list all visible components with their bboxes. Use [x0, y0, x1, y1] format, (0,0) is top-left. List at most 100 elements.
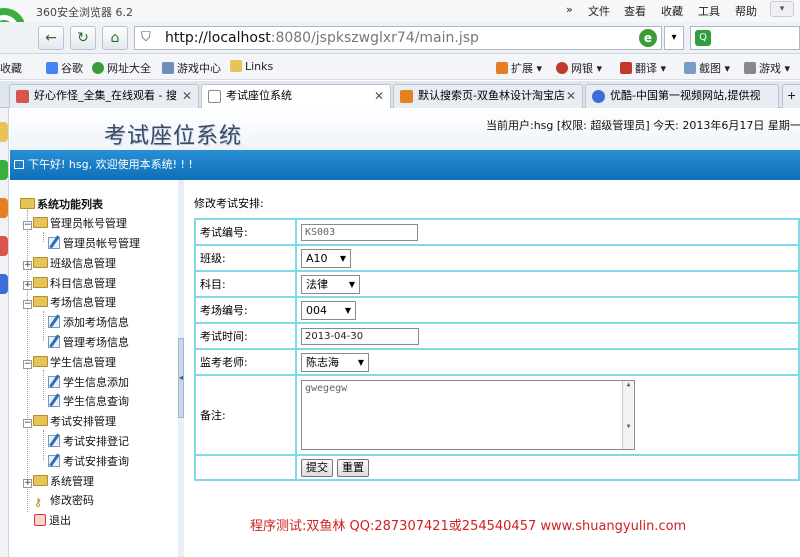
- close-icon[interactable]: ✕: [182, 85, 192, 107]
- edit-icon: [48, 237, 60, 249]
- translate-icon: [620, 62, 632, 74]
- label-exam-no: 考试编号:: [194, 218, 297, 246]
- folder-icon: [33, 257, 48, 268]
- bookmark-hao[interactable]: 网址大全: [92, 60, 151, 76]
- collapse-icon[interactable]: −: [23, 221, 32, 230]
- bookmark-favorites[interactable]: 收藏: [0, 60, 22, 76]
- search-box[interactable]: Q: [690, 26, 800, 50]
- tree-room-manage[interactable]: 管理考场信息: [48, 334, 129, 350]
- toolbar-bank[interactable]: 网银 ▾: [556, 60, 602, 76]
- tree-exam-register[interactable]: 考试安排登记: [48, 433, 129, 449]
- refresh-button[interactable]: ↻: [70, 26, 96, 50]
- tree-root[interactable]: 系统功能列表: [20, 196, 103, 212]
- menu-tools[interactable]: 工具: [698, 3, 720, 19]
- close-icon[interactable]: ✕: [374, 85, 384, 107]
- edit-icon: [48, 435, 60, 447]
- expand-icon[interactable]: +: [23, 261, 32, 270]
- folder-icon: [33, 475, 48, 486]
- tree-logout[interactable]: 退出: [34, 512, 71, 528]
- collapse-icon[interactable]: −: [23, 360, 32, 369]
- subject-select[interactable]: 法律 ▼: [301, 274, 360, 294]
- ie-mode-icon[interactable]: e: [639, 29, 657, 47]
- page-icon: [208, 90, 221, 103]
- tab-exam-system[interactable]: 考试座位系统 ✕: [201, 84, 391, 109]
- bookmark-links[interactable]: Links: [230, 60, 273, 73]
- tree-room-info[interactable]: − 考场信息管理: [23, 294, 116, 310]
- edit-icon: [48, 395, 60, 407]
- shield-icon: ⛉: [141, 30, 151, 45]
- toolbar-translate[interactable]: 翻译 ▾: [620, 60, 666, 76]
- folder-icon: [33, 217, 48, 228]
- submit-button[interactable]: 提交: [301, 458, 333, 477]
- time-input[interactable]: [301, 327, 419, 345]
- tree-room-add[interactable]: 添加考场信息: [48, 314, 129, 330]
- tree-student-info[interactable]: − 学生信息管理: [23, 354, 116, 370]
- new-tab-button[interactable]: +: [782, 84, 800, 108]
- tree-change-password[interactable]: ⚷ 修改密码: [34, 492, 94, 509]
- tree-exam-arrange[interactable]: − 考试安排管理: [23, 413, 116, 429]
- weibo-icon[interactable]: [0, 198, 8, 218]
- tree-system-manage[interactable]: + 系统管理: [23, 473, 94, 489]
- exam-no-input[interactable]: [301, 223, 418, 241]
- label-class: 班级:: [194, 244, 297, 272]
- expand-icon[interactable]: +: [23, 281, 32, 290]
- tree-class-info[interactable]: + 班级信息管理: [23, 255, 116, 271]
- menu-favorites[interactable]: 收藏: [661, 3, 683, 19]
- edit-icon: [48, 376, 60, 388]
- dropdown-icon: ▼: [348, 279, 355, 289]
- label-teacher: 监考老师:: [194, 348, 297, 376]
- favorites-icon[interactable]: [0, 122, 8, 142]
- address-bar[interactable]: ⛉ http://localhost:8080/jspkszwglxr74/ma…: [134, 26, 662, 50]
- teacher-select[interactable]: 陈志海 ▼: [301, 352, 369, 372]
- collapse-icon[interactable]: −: [23, 300, 32, 309]
- welcome-icon: [14, 160, 24, 169]
- menu-file[interactable]: 文件: [588, 3, 610, 19]
- room-select[interactable]: 004 ▼: [301, 300, 356, 320]
- back-button[interactable]: ←: [38, 26, 64, 50]
- toolbar-games[interactable]: 游戏 ▾: [744, 60, 790, 76]
- menu-arrow[interactable]: »: [566, 3, 573, 16]
- page-header: 考试座位系统 当前用户:hsg [权限: 超级管理员] 今天: 2013年6月1…: [10, 108, 800, 150]
- home-button[interactable]: ⌂: [102, 26, 128, 50]
- folder-icon: [230, 60, 242, 72]
- browser-sidebar: [0, 108, 9, 557]
- tree-subject-info[interactable]: + 科目信息管理: [23, 275, 116, 291]
- google-icon: [46, 62, 58, 74]
- toolbar-screenshot[interactable]: 截图 ▾: [684, 60, 730, 76]
- form-title: 修改考试安排:: [194, 197, 264, 210]
- menu-view[interactable]: 查看: [624, 3, 646, 19]
- remark-textarea[interactable]: gwegegw ▲ ▼: [301, 380, 635, 450]
- bookmarks-bar: 收藏 谷歌 网址大全 游戏中心 Links 扩展 ▾ 网银 ▾ 翻译 ▾ 截图 …: [0, 54, 800, 80]
- edit-icon: [48, 336, 60, 348]
- folder-open-icon: [20, 198, 35, 209]
- page-title: 考试座位系统: [104, 124, 243, 149]
- tab-search[interactable]: 默认搜索页-双鱼林设计淘宝店 ✕: [393, 84, 583, 108]
- bookmark-games[interactable]: 游戏中心: [162, 60, 221, 76]
- skin-button[interactable]: ▾: [770, 1, 794, 17]
- footer-credit: 程序测试:双鱼林 QQ:287307421或254540457 www.shua…: [250, 519, 687, 534]
- tree-exam-query[interactable]: 考试安排查询: [48, 453, 129, 469]
- mail-icon[interactable]: [0, 274, 8, 294]
- tree-student-query[interactable]: 学生信息查询: [48, 393, 129, 409]
- bookmark-google[interactable]: 谷歌: [46, 60, 83, 76]
- 360-icon[interactable]: [0, 160, 8, 180]
- tree-student-add[interactable]: 学生信息添加: [48, 374, 129, 390]
- tree-admin-account-manage[interactable]: 管理员帐号管理: [48, 235, 140, 251]
- collapse-icon[interactable]: −: [23, 419, 32, 428]
- app-icon[interactable]: [0, 236, 8, 256]
- tab-bar: 好心作怪_全集_在线观看 - 搜 ✕ 考试座位系统 ✕ 默认搜索页-双鱼林设计淘…: [0, 81, 800, 109]
- search-engine-icon[interactable]: Q: [695, 30, 711, 46]
- menu-help[interactable]: 帮助: [735, 3, 757, 19]
- close-icon[interactable]: ✕: [566, 85, 576, 107]
- tab-video[interactable]: 好心作怪_全集_在线观看 - 搜 ✕: [9, 84, 199, 108]
- tree-admin-account[interactable]: − 管理员帐号管理: [23, 215, 127, 231]
- expand-icon[interactable]: +: [23, 479, 32, 488]
- scrollbar[interactable]: ▲ ▼: [622, 381, 634, 449]
- exit-icon: [34, 514, 46, 526]
- reset-button[interactable]: 重置: [337, 458, 369, 477]
- tab-youku[interactable]: 优酷-中国第一视频网站,提供视: [585, 84, 779, 108]
- label-time: 考试时间:: [194, 322, 297, 350]
- class-select[interactable]: A10 ▼: [301, 248, 351, 268]
- address-dropdown[interactable]: ▾: [664, 26, 684, 50]
- toolbar-extensions[interactable]: 扩展 ▾: [496, 60, 542, 76]
